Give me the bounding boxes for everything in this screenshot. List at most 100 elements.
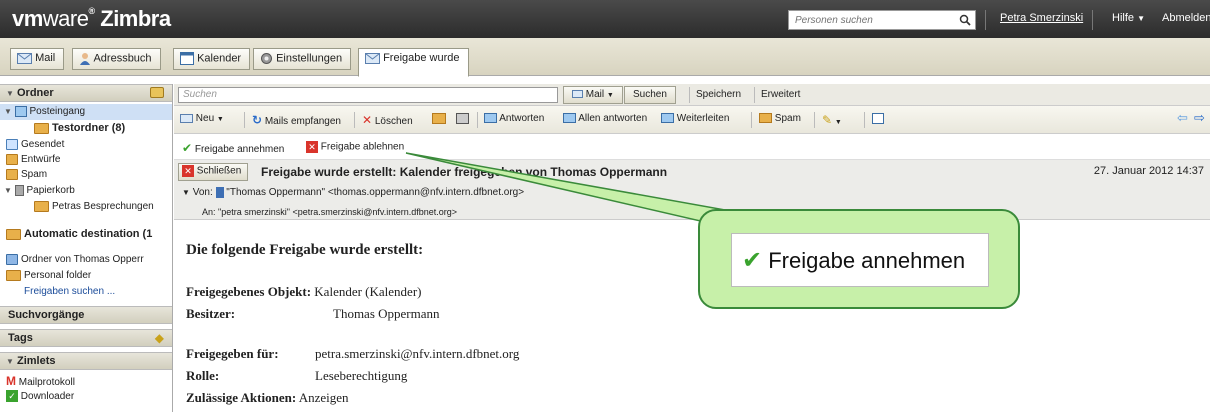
folder-trash[interactable]: ▼ Papierkorb [4, 183, 75, 199]
zimlets-header[interactable]: ▼ Zimlets [0, 352, 172, 370]
collapse-arrow-icon[interactable]: ▼ [4, 107, 12, 116]
next-arrow-icon[interactable]: ⇨ [1194, 110, 1205, 126]
new-button[interactable]: Neu ▼ [180, 113, 224, 124]
sender-address[interactable]: "Thomas Oppermann" <thomas.oppermann@nfv… [226, 187, 524, 198]
tab-mail[interactable]: Mail [10, 48, 65, 70]
expand-arrow-icon[interactable]: ▼ [182, 188, 190, 197]
divider [477, 112, 478, 128]
accept-share-button[interactable]: ✔ Freigabe annehmen [182, 141, 284, 155]
find-shares-link[interactable]: Freigaben suchen ... [24, 284, 115, 300]
tag-button[interactable]: ✎ ▼ [822, 113, 842, 127]
zimlet-mailprotocol[interactable]: M Mailprotokoll [6, 373, 75, 389]
print-icon [456, 113, 469, 124]
settings-icon [261, 53, 272, 64]
shared-for-row: Freigegeben für: petra.smerzinski@nfv.int… [186, 346, 520, 361]
person-search-field[interactable] [788, 10, 976, 30]
role-row: Rolle: Leseberechtigung [186, 368, 408, 383]
folder-spam[interactable]: Spam [6, 167, 47, 183]
forward-button[interactable]: Weiterleiten [661, 113, 729, 124]
spam-icon [6, 168, 18, 180]
user-name-link[interactable]: Petra Smerzinski [1000, 12, 1083, 24]
chevron-down-icon: ▼ [1137, 14, 1145, 23]
divider [864, 112, 865, 128]
app-tab-bar: Mail Adressbuch Kalender Einstellungen F… [0, 38, 1210, 77]
mail-search-input[interactable]: Suchen [178, 87, 558, 103]
decline-share-button[interactable]: ✕ Freigabe ablehnen [306, 141, 404, 153]
help-menu[interactable]: Hilfe ▼ [1112, 12, 1145, 24]
person-search-input[interactable] [789, 11, 949, 29]
close-button[interactable]: ✕ Schließen [178, 163, 249, 181]
prev-arrow-icon[interactable]: ⇦ [1177, 110, 1188, 126]
tag-icon: ✎ [822, 113, 833, 127]
search-icon[interactable] [959, 14, 971, 26]
body-title: Die folgende Freigabe wurde erstellt: [186, 242, 424, 258]
recipient-address[interactable]: "petra smerzinski" <petra.smerzinski@nfv… [218, 207, 457, 217]
spam-icon [759, 113, 772, 124]
folder-testordner[interactable]: Testordner (8) [34, 120, 125, 136]
view-button[interactable] [872, 113, 884, 127]
reply-button[interactable]: Antworten [484, 113, 544, 124]
search-row: Suchen Mail ▼ Suchen Speichern Erweitert [174, 84, 1210, 106]
download-icon: ✓ [6, 390, 18, 403]
folder-icon [6, 228, 21, 240]
folder-sent[interactable]: Gesendet [6, 137, 64, 153]
tab-addressbook[interactable]: Adressbuch [72, 48, 161, 70]
shared-object-row: Freigegebenes Objekt: Kalender (Kalender… [186, 284, 422, 299]
save-search-button[interactable]: Speichern [689, 87, 747, 103]
chevron-down-icon: ▼ [834, 119, 842, 126]
header-divider [1092, 10, 1093, 30]
tags-header[interactable]: Tags ◆ [0, 329, 172, 347]
checkmark-icon: ✔ [182, 141, 193, 155]
folder-personal[interactable]: Personal folder [6, 268, 91, 284]
decline-icon: ✕ [306, 141, 318, 153]
folder-inbox[interactable]: ▼ Posteingang [0, 104, 172, 120]
print-button[interactable] [456, 113, 469, 127]
from-line: ▼ Von: "Thomas Oppermann" <thomas.opperm… [182, 187, 525, 199]
divider [814, 112, 815, 128]
new-folder-icon[interactable] [150, 87, 164, 98]
reply-all-button[interactable]: Allen antworten [563, 113, 647, 124]
message-date: 27. Januar 2012 14:37 [1093, 165, 1204, 177]
close-icon: ✕ [182, 165, 194, 177]
folder-automatic-destination[interactable]: Automatic destination (1 [6, 226, 152, 242]
to-line: An: "petra smerzinski" <petra.smerzinski… [202, 207, 457, 217]
mail-icon [365, 52, 380, 64]
chevron-down-icon: ▼ [606, 92, 614, 99]
tab-share-created[interactable]: Freigabe wurde [358, 48, 469, 77]
search-button[interactable]: Suchen [624, 86, 676, 104]
get-mail-button[interactable]: ↻ Mails empfangen [252, 113, 341, 127]
trash-icon [14, 184, 24, 196]
folder-icon [34, 200, 49, 212]
search-type-select[interactable]: Mail ▼ [563, 86, 623, 104]
divider [354, 112, 355, 128]
collapse-arrow-icon[interactable]: ▼ [6, 357, 14, 366]
calendar-icon [180, 52, 194, 65]
folder-drafts[interactable]: Entwürfe [6, 152, 60, 168]
folders-header[interactable]: ▼ Ordner [0, 84, 172, 102]
tab-settings[interactable]: Einstellungen [253, 48, 352, 70]
view-icon [872, 113, 884, 124]
folder-petras-meetings[interactable]: Petras Besprechungen [34, 199, 154, 215]
owner-row: Besitzer: Thomas Oppermann [186, 306, 440, 321]
mail-icon [17, 52, 32, 64]
move-button[interactable] [432, 113, 446, 127]
spam-button[interactable]: Spam [759, 113, 801, 124]
shared-folder-icon [6, 253, 18, 265]
collapse-arrow-icon[interactable]: ▼ [4, 186, 12, 195]
new-mail-icon [180, 113, 193, 123]
chevron-down-icon: ▼ [216, 116, 224, 123]
collapse-arrow-icon[interactable]: ▼ [6, 89, 14, 98]
advanced-search-button[interactable]: Erweitert [754, 87, 806, 103]
folder-shared-thomas[interactable]: Ordner von Thomas Opperr [6, 252, 144, 268]
folder-icon [6, 269, 21, 281]
allowed-actions-row: Zulässige Aktionen: Anzeigen [186, 390, 349, 405]
mail-toolbar: Neu ▼ ↻ Mails empfangen ✕ Löschen Antwor… [174, 106, 1210, 134]
logout-link[interactable]: Abmelden [1162, 12, 1210, 24]
tab-calendar[interactable]: Kalender [173, 48, 251, 70]
share-action-bar: ✔ Freigabe annehmen ✕ Freigabe ablehnen [174, 134, 1210, 160]
drafts-icon [6, 153, 18, 165]
delete-button[interactable]: ✕ Löschen [362, 113, 413, 127]
searches-header[interactable]: Suchvorgänge [0, 306, 172, 324]
zimlet-downloader[interactable]: ✓ Downloader [6, 389, 74, 405]
tag-icon[interactable]: ◆ [155, 331, 164, 345]
